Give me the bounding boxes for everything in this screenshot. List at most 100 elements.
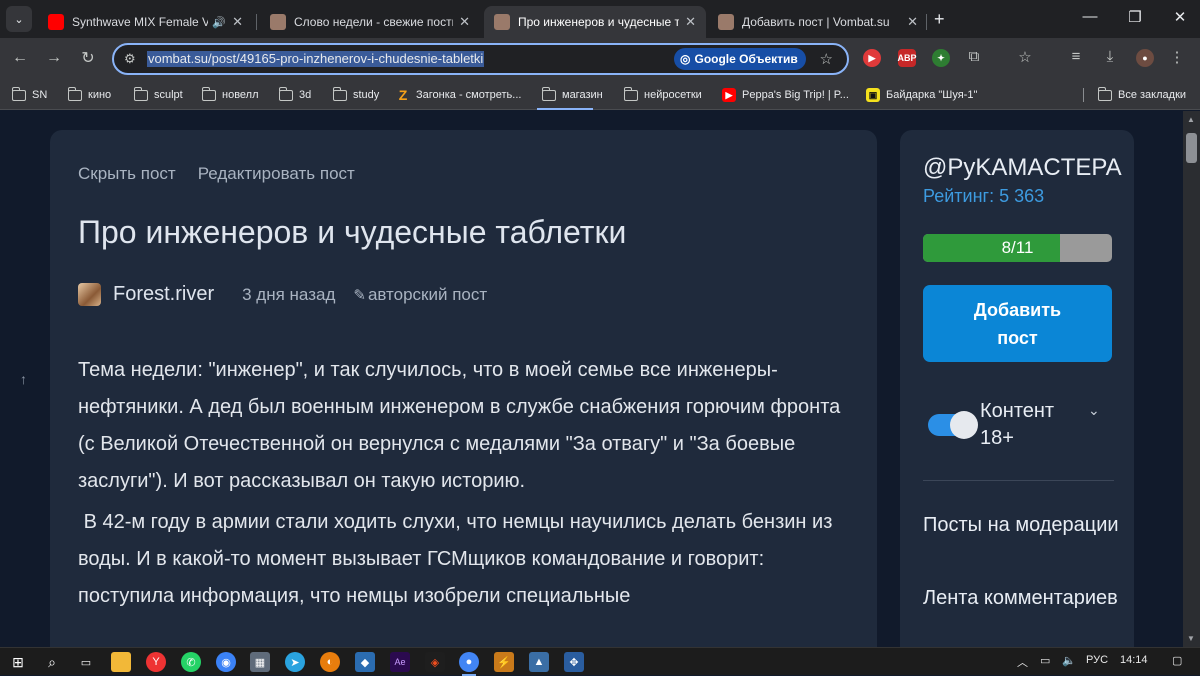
task-view-icon[interactable]: ▭ [76,652,96,672]
minimize-icon[interactable]: — [1070,8,1110,25]
volume-icon[interactable]: 🔈 [1062,654,1076,667]
tab-current-post[interactable]: Про инженеров и чудесные та ✕ [484,6,706,38]
bookmark-folder-sculpt[interactable]: sculpt [133,86,183,104]
add-post-button[interactable]: Добавить пост [923,285,1112,362]
scroll-up-icon[interactable]: ▲ [1187,115,1195,124]
download-icon[interactable]: ⤓ [1100,48,1120,65]
address-bar[interactable]: ⚙ vombat.su/post/49165-pro-inzhenerov-i-… [112,43,849,75]
search-icon[interactable]: ⌕ [42,652,62,672]
app-icon[interactable]: ◆ [355,652,375,672]
vombat-icon [494,14,510,30]
restore-icon[interactable]: ❐ [1115,8,1155,26]
extensions-puzzle-icon[interactable]: ⧉ [964,48,984,65]
tab-add-post[interactable]: Добавить пост | Vombat.su ✕ [708,6,928,38]
forward-arrow-icon[interactable]: → [42,46,66,70]
bookmark-folder-shop[interactable]: магазин [541,86,603,104]
file-explorer-icon[interactable] [111,652,131,672]
moderation-posts-link[interactable]: Посты на модерации [923,508,1123,542]
author-avatar[interactable] [78,283,101,306]
bookmark-hover-indicator [537,108,593,110]
lens-label: Google Объектив [694,52,798,66]
site-settings-icon[interactable]: ⚙ [124,51,136,67]
windows-start-icon[interactable]: ⊞ [8,652,28,672]
hide-post-link[interactable]: Скрыть пост [78,164,176,184]
notifications-icon[interactable]: ▢ [1172,654,1182,667]
network-app-icon[interactable]: ✥ [564,652,584,672]
reading-list-star-icon[interactable]: ☆ [1015,48,1035,66]
pencil-icon: ✎ [353,286,366,304]
post-paragraph: В 42-м году в армии стали ходить слухи, … [78,511,838,607]
bookmark-folder-kino[interactable]: кино [67,86,112,104]
bookmark-folder-3d[interactable]: 3d [278,86,311,104]
media-controls-icon[interactable]: ≡ [1066,48,1086,65]
post-meta: Forest.river 3 дня назад ✎ авторский пос… [78,283,487,306]
tool-icon[interactable]: ⚡ [494,652,514,672]
new-tab-plus-icon[interactable]: + [934,9,945,30]
telegram-icon[interactable]: ➤ [285,652,305,672]
menu-kebab-icon[interactable]: ⋮ [1167,48,1187,66]
sidebar-divider [923,480,1114,481]
folder-icon [332,86,347,101]
close-icon[interactable]: ✕ [685,14,696,30]
audio-icon[interactable]: 🔊 [212,16,226,29]
tab-search-chevron-icon[interactable]: ⌄ [6,6,32,32]
all-bookmarks[interactable]: Все закладки [1097,86,1186,104]
close-icon[interactable]: ✕ [232,14,243,30]
figma-icon[interactable]: ◈ [425,652,445,672]
profile-avatar-icon[interactable]: ● [1136,49,1154,67]
tab-youtube[interactable]: Synthwave MIX Female Voc 🔊 ✕ [38,6,253,38]
tab-word-of-week[interactable]: Слово недели - свежие посты ✕ [260,6,480,38]
folder-icon [133,86,148,101]
bookmark-label: магазин [562,89,603,101]
back-arrow-icon[interactable]: ← [8,46,32,70]
toggle-knob [950,411,978,439]
user-rating: Рейтинг: 5 363 [923,186,1045,206]
photos-icon[interactable]: ▲ [529,652,549,672]
blender-icon[interactable]: ◐ [320,652,340,672]
bookmark-zagonka[interactable]: Z Загонка - смотреть... [396,86,522,104]
bookmark-star-icon[interactable]: ☆ [820,50,833,68]
calculator-icon[interactable]: ▦ [250,652,270,672]
close-icon[interactable]: ✕ [907,14,918,30]
page-scrollbar[interactable]: ▲ ▼ [1183,111,1200,647]
reload-icon[interactable]: ↻ [76,46,100,70]
author-link[interactable]: Forest.river [113,283,214,306]
chrome-alt-icon[interactable]: ◉ [216,652,236,672]
record-extension-icon[interactable]: ▶ [863,49,881,67]
bookmark-folder-study[interactable]: study [332,86,379,104]
window-close-icon[interactable]: ✕ [1160,8,1200,26]
keyboard-language[interactable]: РУС [1086,654,1108,666]
edit-post-link[interactable]: Редактировать пост [198,164,355,184]
user-sidebar: @PyKAMACTEPA Рейтинг: 5 363 8/11 Добавит… [900,130,1134,647]
after-effects-icon[interactable]: Ae [390,652,410,672]
bookmark-peppa[interactable]: ▶ Peppa's Big Trip! | P... [722,86,849,104]
username-handle[interactable]: @PyKAMACTEPA [923,154,1122,182]
tray-chevron-icon[interactable]: ︿ [1017,654,1028,670]
bookmark-label: кино [88,89,112,101]
bookmark-folder-novell[interactable]: новелл [201,86,259,104]
clock[interactable]: 14:14 [1120,654,1148,666]
bookmark-baidarka[interactable]: ▣ Байдарка "Шуя-1" [866,86,977,104]
chevron-down-icon[interactable]: ⌄ [1088,402,1100,419]
folder-icon [278,86,293,101]
folder-icon [67,86,82,101]
close-icon[interactable]: ✕ [459,14,470,30]
scroll-down-icon[interactable]: ▼ [1187,634,1195,643]
bookmark-folder-neuro[interactable]: нейросетки [623,86,702,104]
adblock-icon[interactable]: ABP [898,49,917,67]
progress-text: 8/11 [1001,238,1034,257]
color-extension-icon[interactable]: ✦ [932,49,950,67]
post-card: Скрыть пост Редактировать пост Про инжен… [50,130,877,647]
scrollbar-thumb[interactable] [1186,133,1197,163]
comments-feed-link[interactable]: Лента комментариев [923,581,1123,615]
network-icon[interactable]: ▭ [1040,654,1050,667]
whatsapp-icon[interactable]: ✆ [181,652,201,672]
yandex-browser-icon[interactable]: Y [146,652,166,672]
scroll-to-top-icon[interactable]: ↑ [20,371,27,387]
chrome-icon[interactable]: ● [459,652,479,676]
google-lens-button[interactable]: ◎ Google Объектив [674,48,806,70]
url-text[interactable]: vombat.su/post/49165-pro-inzhenerov-i-ch… [147,51,485,67]
post-tag[interactable]: авторский пост [368,285,487,305]
bookmark-folder-sn[interactable]: SN [11,86,47,104]
adult-content-toggle[interactable] [928,411,978,439]
